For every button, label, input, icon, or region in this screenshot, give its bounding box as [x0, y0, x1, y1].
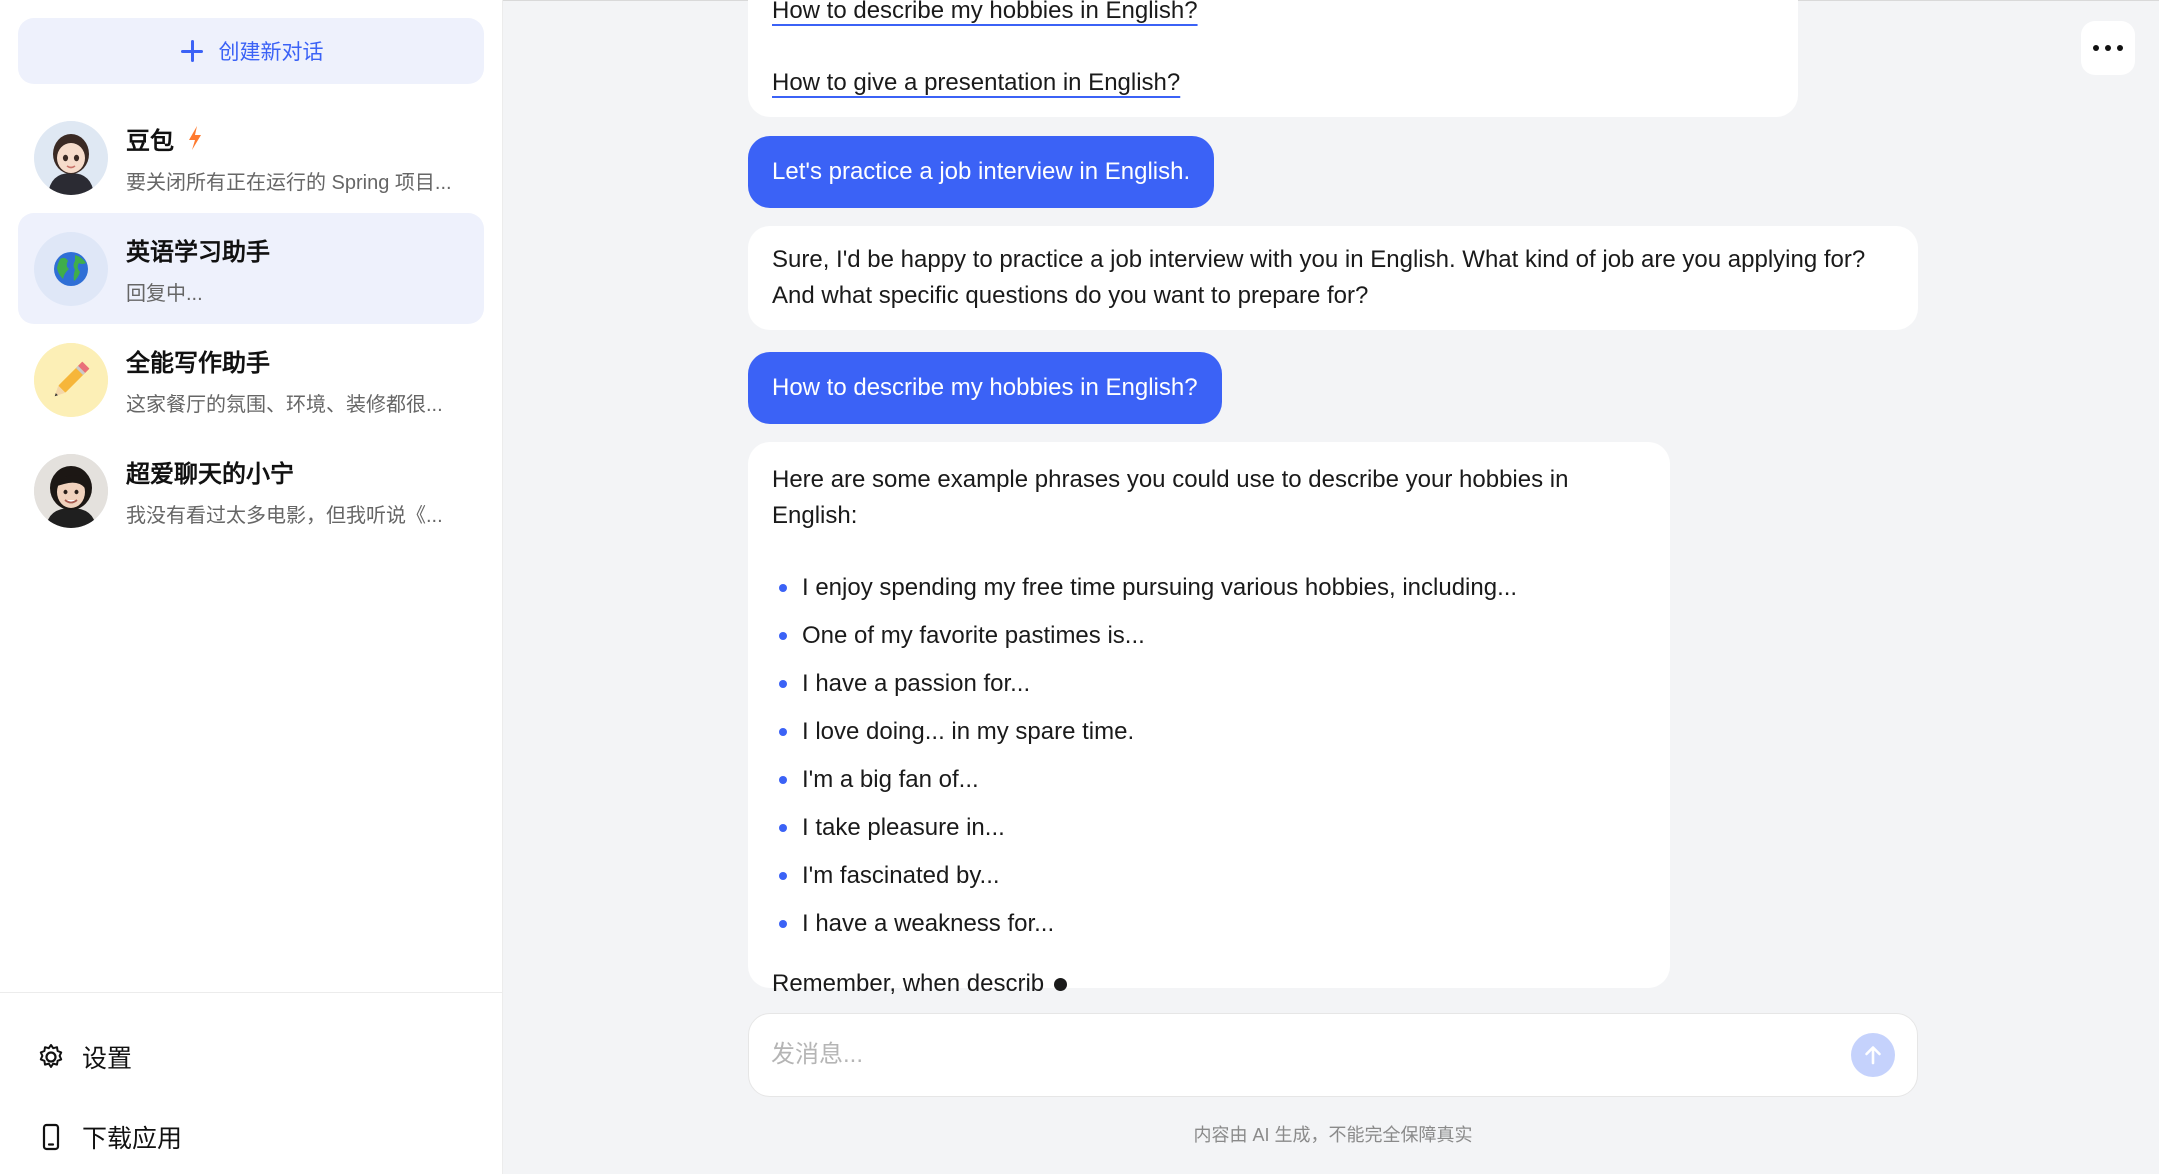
assistant-message-line: And what specific questions do you want …: [772, 282, 1369, 309]
conversation-list: 豆包 要关闭所有正在运行的 Spring 项目... 英语学习助手 回复中...…: [0, 102, 502, 546]
conversation-item-xiaoning[interactable]: 超爱聊天的小宁 我没有看过太多电影，但我听说《...: [18, 435, 484, 546]
download-app-button[interactable]: 下载应用: [0, 1097, 502, 1174]
ai-disclaimer: 内容由 AI 生成，不能完全保障真实: [1193, 1125, 1473, 1145]
conversation-preview: 这家餐厅的氛围、环境、装修都很...: [126, 393, 443, 416]
list-item: I'm a big fan of...: [772, 756, 1646, 804]
list-item: One of my favorite pastimes is...: [772, 612, 1646, 660]
globe-avatar: [34, 231, 108, 306]
conversation-name: 超爱聊天的小宁: [126, 460, 294, 488]
arrow-up-icon: [1865, 1046, 1881, 1065]
send-button[interactable]: [1851, 1033, 1895, 1077]
conversation-preview: 回复中...: [126, 282, 203, 305]
conversation-item-doubao[interactable]: 豆包 要关闭所有正在运行的 Spring 项目...: [18, 102, 484, 213]
streaming-text: Remember, when describ: [772, 970, 1045, 997]
list-item: I take pleasure in...: [772, 804, 1646, 852]
message-composer: [748, 1013, 1918, 1097]
assistant-message: Sure, I'd be happy to practice a job int…: [748, 226, 1918, 330]
gear-icon: [39, 1044, 63, 1068]
list-item: I love doing... in my spare time.: [772, 708, 1646, 756]
user-message-text: Let's practice a job interview in Englis…: [772, 158, 1191, 185]
conversation-preview: 要关闭所有正在运行的 Spring 项目...: [126, 171, 452, 194]
phone-icon: [42, 1123, 60, 1151]
conversation-item-english-assistant[interactable]: 英语学习助手 回复中...: [18, 213, 484, 324]
list-item: I have a weakness for...: [772, 900, 1646, 948]
phrase-list: I enjoy spending my free time pursuing v…: [772, 564, 1646, 948]
user-message: Let's practice a job interview in Englis…: [748, 136, 1215, 208]
woman-avatar: [34, 453, 108, 528]
settings-label: 设置: [82, 1045, 133, 1073]
settings-button[interactable]: 设置: [0, 1017, 502, 1097]
download-app-label: 下载应用: [82, 1125, 183, 1153]
conversation-preview: 我没有看过太多电影，但我听说《...: [126, 504, 443, 527]
new-chat-button[interactable]: 创建新对话: [18, 18, 484, 84]
user-message-text: How to describe my hobbies in English?: [772, 374, 1198, 401]
list-item: I'm fascinated by...: [772, 852, 1646, 900]
girl-avatar: [34, 120, 108, 195]
suggestion-link[interactable]: How to describe my hobbies in English?: [772, 0, 1774, 29]
new-chat-label: 创建新对话: [218, 41, 324, 64]
suggestion-link[interactable]: How to give a presentation in English?: [772, 65, 1774, 101]
assistant-intro: Here are some example phrases you could …: [772, 466, 1569, 529]
typing-cursor-icon: [1054, 977, 1068, 991]
more-options-button[interactable]: [2081, 21, 2135, 75]
pencil-avatar: [34, 342, 108, 417]
user-message: How to describe my hobbies in English?: [748, 352, 1222, 424]
assistant-message: Here are some example phrases you could …: [748, 442, 1670, 997]
list-item: I have a passion for...: [772, 660, 1646, 708]
conversation-name: 全能写作助手: [126, 349, 270, 377]
assistant-message-line: Sure, I'd be happy to practice a job int…: [772, 246, 1866, 273]
more-dots-icon: [2093, 45, 2099, 51]
sidebar: 创建新对话 豆包 要关闭所有正在运行的 Spring 项目... 英语学习助手 …: [0, 0, 503, 1174]
sidebar-footer: 设置 下载应用: [0, 992, 502, 1174]
lightning-icon: [189, 126, 201, 150]
conversation-item-writing-assistant[interactable]: 全能写作助手 这家餐厅的氛围、环境、装修都很...: [18, 324, 484, 435]
conversation-name: 英语学习助手: [126, 238, 270, 266]
chat-main: How to describe my hobbies in English? H…: [503, 0, 2159, 1174]
plus-icon: [179, 38, 205, 64]
conversation-name: 豆包: [126, 127, 174, 155]
suggestions-bubble: How to describe my hobbies in English? H…: [748, 0, 1798, 117]
list-item: I enjoy spending my free time pursuing v…: [772, 564, 1646, 612]
message-input[interactable]: [771, 1041, 1851, 1069]
